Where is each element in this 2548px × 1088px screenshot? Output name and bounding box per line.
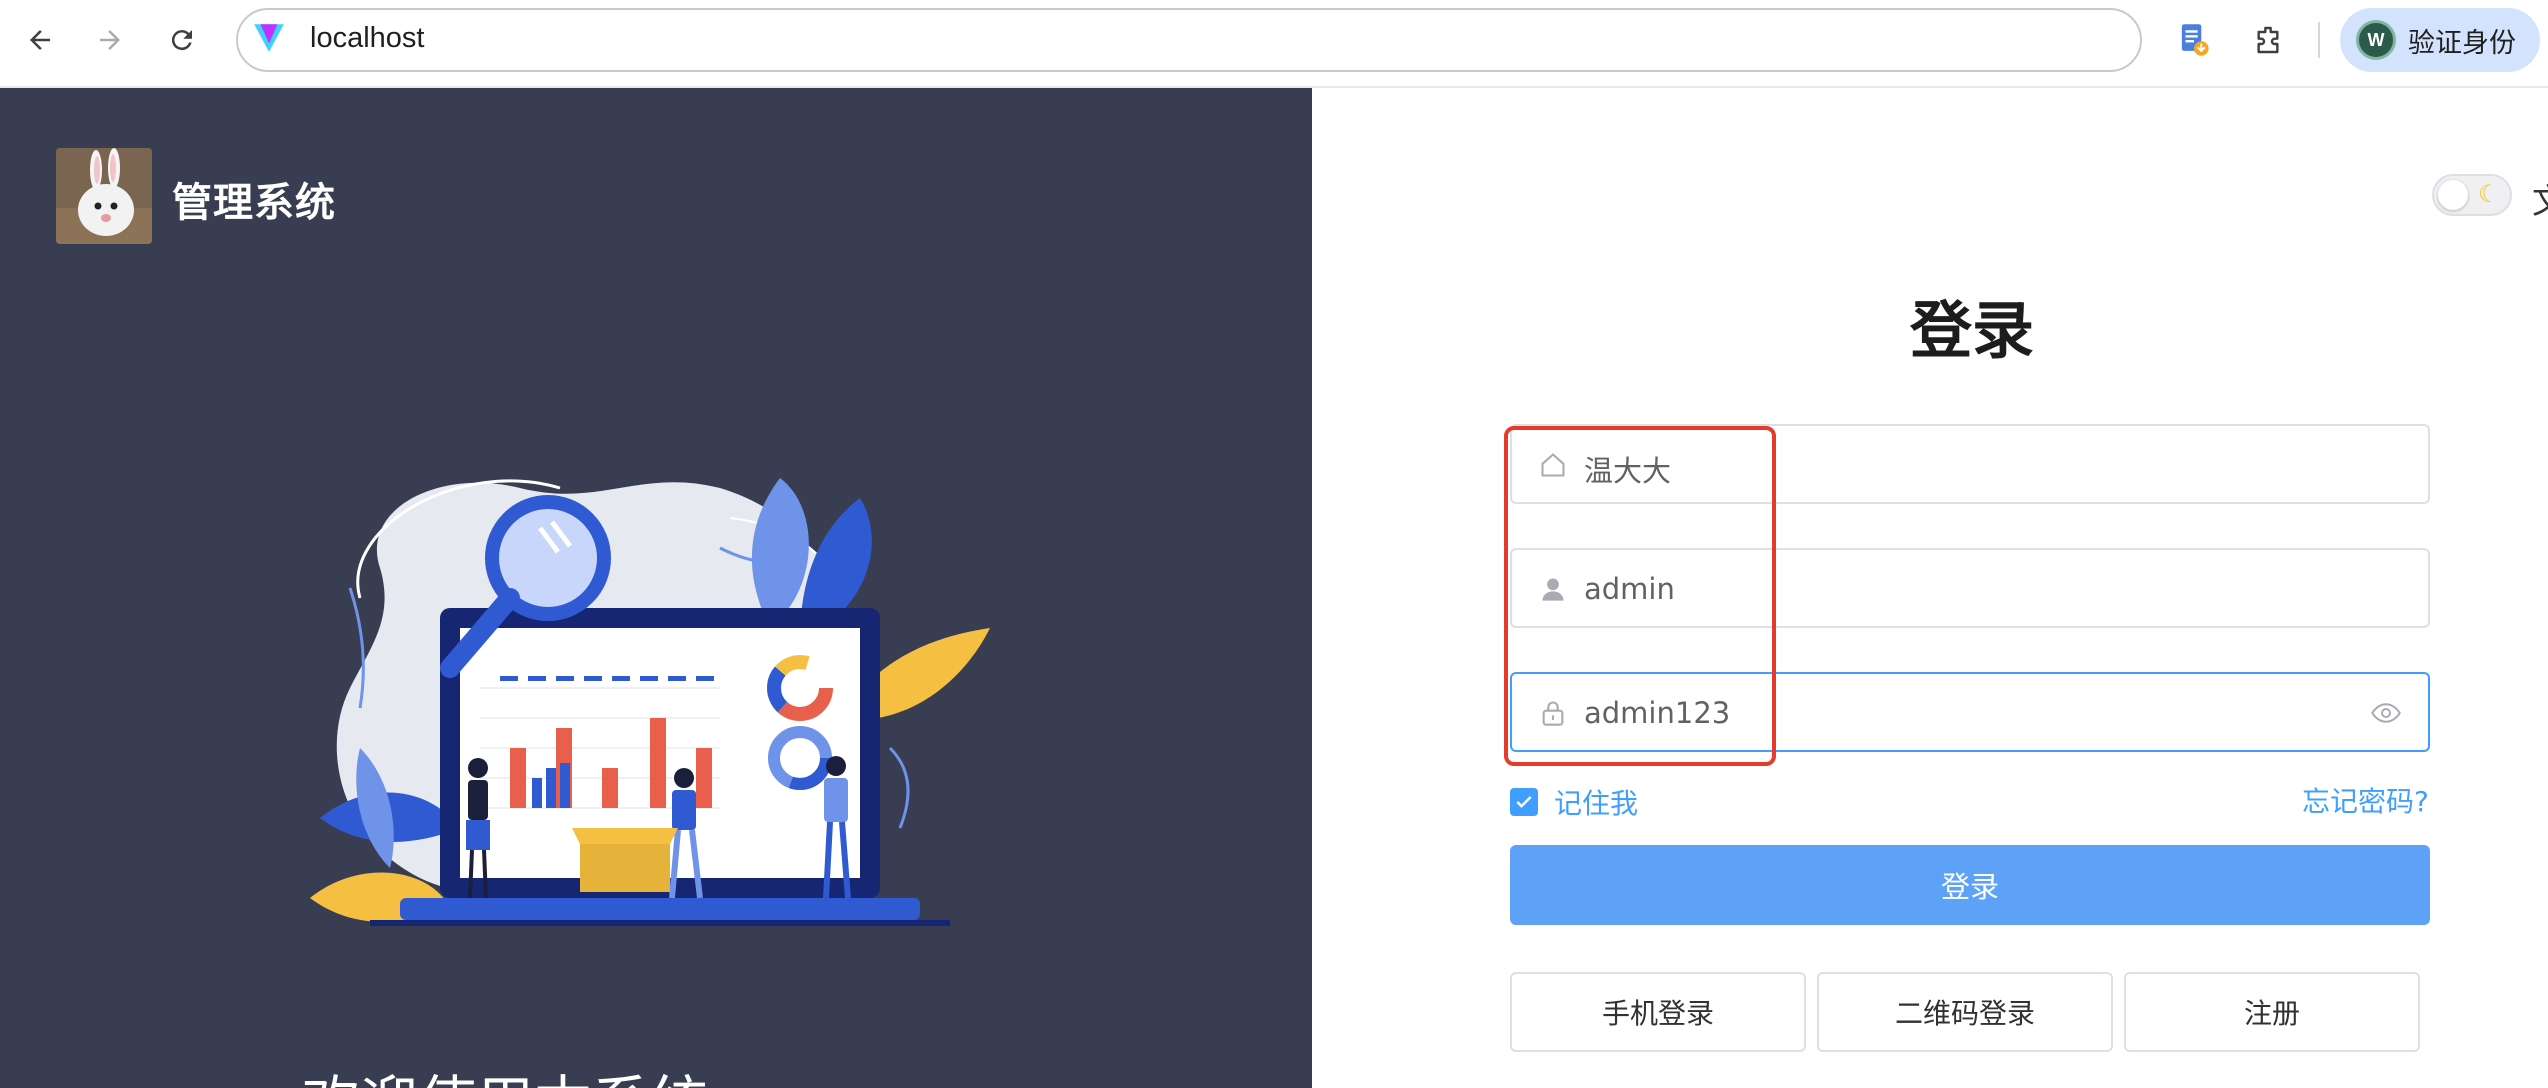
profile-label: 验证身份 xyxy=(2408,27,2516,59)
profile-avatar: W xyxy=(2356,20,2396,60)
login-button[interactable]: 登录 xyxy=(1510,845,2430,925)
remember-me[interactable]: 记住我 xyxy=(1510,782,1638,822)
remember-label: 记住我 xyxy=(1554,787,1639,820)
qrcode-login-button[interactable]: 二维码登录 xyxy=(1817,972,2113,1052)
moon-icon: ☾ xyxy=(2478,181,2500,208)
site-favicon-icon xyxy=(254,24,284,52)
address-bar[interactable] xyxy=(236,8,2142,72)
forward-arrow-icon xyxy=(100,30,120,50)
forward-button[interactable] xyxy=(86,16,134,64)
dark-mode-toggle[interactable]: ☾ xyxy=(2432,174,2512,216)
extensions-puzzle-icon[interactable] xyxy=(2246,18,2290,62)
system-logo xyxy=(56,148,152,244)
extension-doc-icon[interactable] xyxy=(2172,18,2216,62)
reload-icon xyxy=(171,30,192,51)
left-panel: 管理系统 xyxy=(0,88,1312,1088)
profile-button[interactable]: W 验证身份 xyxy=(2340,8,2540,72)
back-arrow-icon xyxy=(30,30,50,50)
toolbar-divider xyxy=(2318,22,2320,58)
login-title: 登录 xyxy=(1910,294,2035,367)
reload-button[interactable] xyxy=(158,16,206,64)
check-icon xyxy=(1516,796,1532,808)
phone-login-button[interactable]: 手机登录 xyxy=(1510,972,1806,1052)
back-button[interactable] xyxy=(16,16,64,64)
browser-toolbar: localhost W 验证身份 xyxy=(0,0,2548,88)
url-text[interactable]: localhost xyxy=(310,22,424,55)
toggle-knob xyxy=(2438,180,2468,210)
welcome-text: 欢迎使用本系统 xyxy=(302,1056,708,1088)
system-title: 管理系统 xyxy=(172,180,336,226)
dashboard-illustration xyxy=(310,478,990,926)
eye-icon[interactable] xyxy=(2370,698,2402,728)
register-button[interactable]: 注册 xyxy=(2124,972,2420,1052)
language-switch[interactable]: 文 xyxy=(2532,174,2548,223)
remember-checkbox[interactable] xyxy=(1510,788,1538,816)
forgot-password-link[interactable]: 忘记密码? xyxy=(2302,780,2429,820)
annotation-highlight-box xyxy=(1504,426,1776,766)
